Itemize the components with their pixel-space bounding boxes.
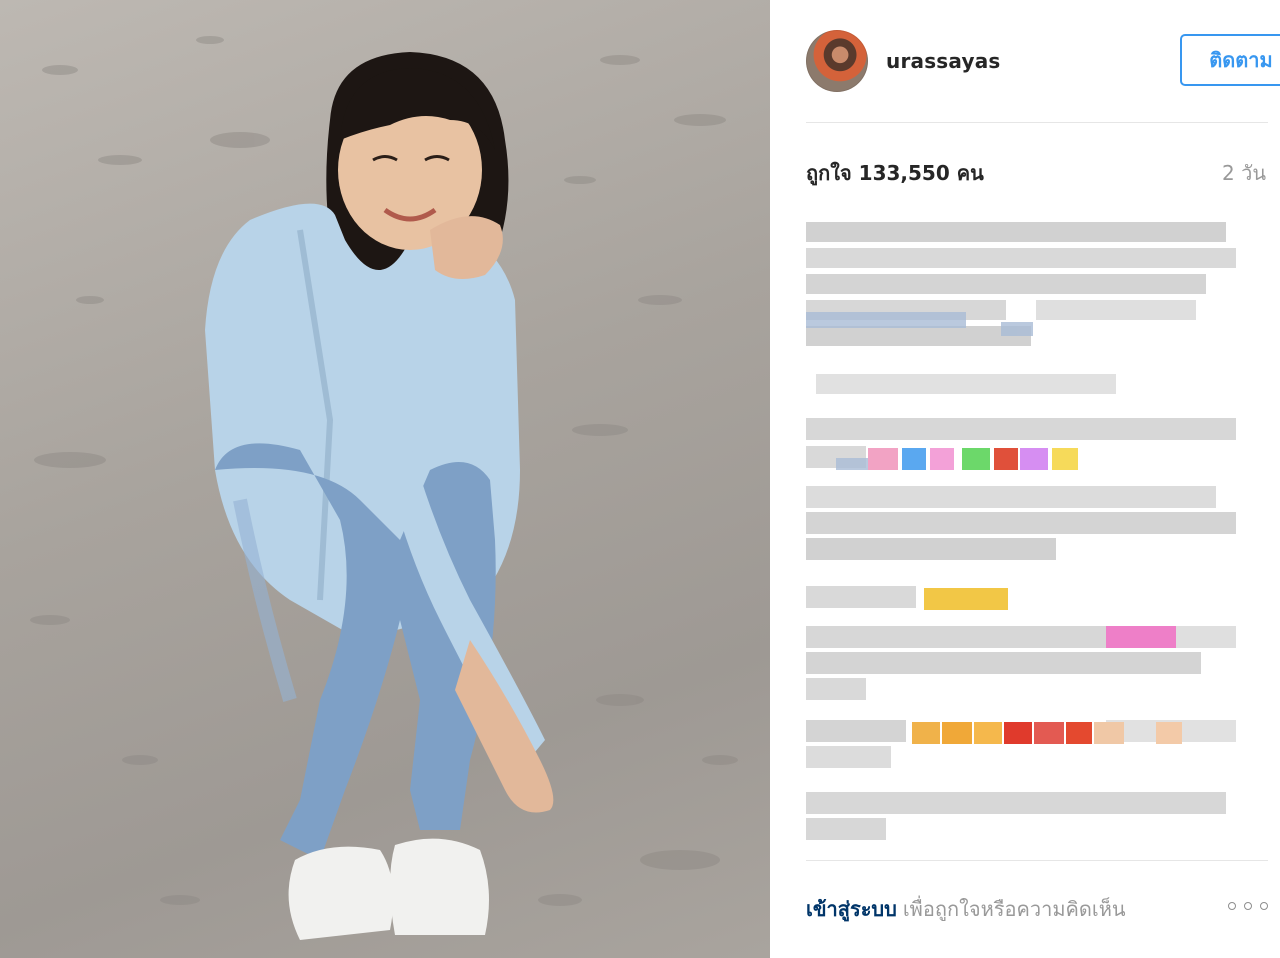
more-dot bbox=[1228, 902, 1236, 910]
pixelated-caption bbox=[806, 212, 1246, 852]
more-dot bbox=[1260, 902, 1268, 910]
login-prompt-text: เพื่อถูกใจหรือความคิดเห็น bbox=[902, 897, 1126, 921]
more-options-icon[interactable] bbox=[1228, 899, 1268, 913]
post-timestamp[interactable]: 2 วัน bbox=[1222, 157, 1266, 189]
footer-divider bbox=[806, 860, 1268, 861]
post-photo[interactable] bbox=[0, 0, 770, 958]
photo-illustration bbox=[30, 36, 738, 940]
follow-button[interactable]: ติดตาม bbox=[1180, 34, 1280, 86]
avatar[interactable] bbox=[806, 30, 868, 92]
likes-count[interactable]: ถูกใจ 133,550 คน bbox=[806, 157, 984, 189]
login-link[interactable]: เข้าสู่ระบบ bbox=[806, 897, 897, 921]
header-divider bbox=[806, 122, 1268, 123]
pixelated-caption-blocks bbox=[806, 222, 1236, 840]
username-link[interactable]: urassayas bbox=[886, 49, 1001, 73]
login-prompt: เข้าสู่ระบบ เพื่อถูกใจหรือความคิดเห็น bbox=[806, 893, 1268, 925]
post-details-panel: urassayas ติดตาม ถูกใจ 133,550 คน 2 วัน bbox=[770, 0, 1280, 958]
instagram-post: urassayas ติดตาม ถูกใจ 133,550 คน 2 วัน bbox=[0, 0, 1280, 958]
post-header: urassayas ติดตาม bbox=[806, 30, 1280, 94]
more-dot bbox=[1244, 902, 1252, 910]
